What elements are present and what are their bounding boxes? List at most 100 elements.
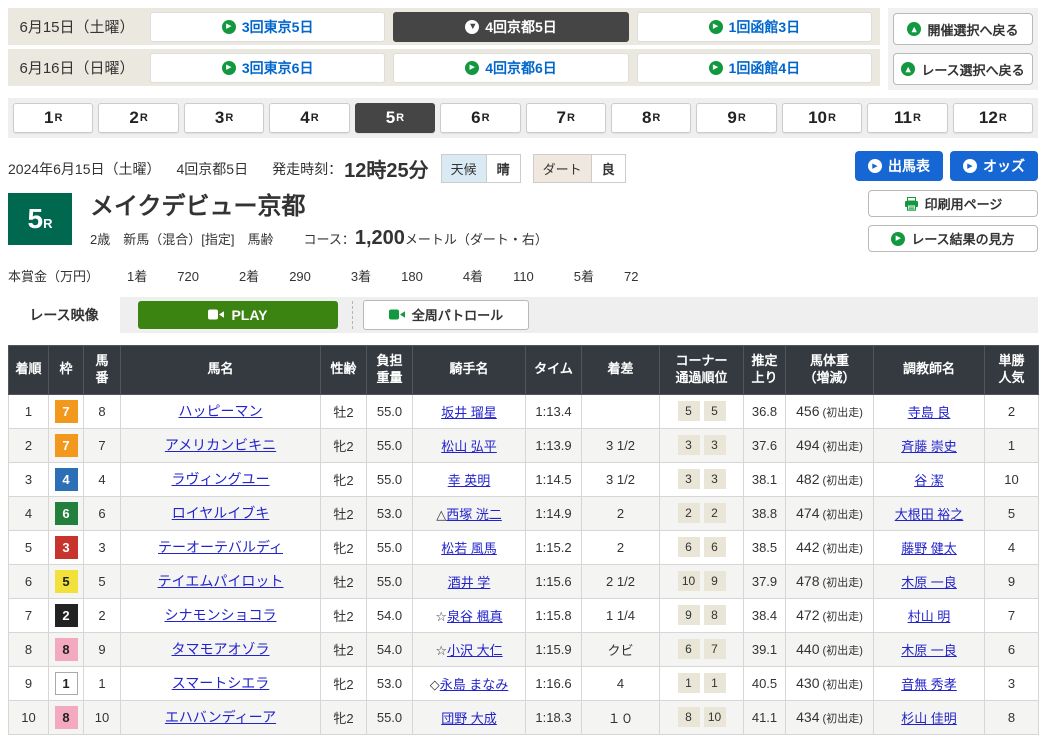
prize-items: 1着7202着2903着1804着1105着72 [127,266,678,285]
table-row: 655テイエムパイロット牡255.0酒井 学1:15.62 1/210937.9… [9,564,1039,598]
table-row: 178ハッピーマン牡255.0坂井 瑠星1:13.45536.8456 (初出走… [9,394,1039,428]
back-to-kaisai-button[interactable]: ▶ 開催選択へ戻る [893,13,1033,45]
horse-name-link[interactable]: テイエムパイロット [158,573,284,589]
prize-line: 本賞金（万円） 1着7202着2903着1804着1105着72 [8,266,1038,285]
meeting-button-label: 4回京都5日 [485,17,557,37]
horse-name-link[interactable]: テーオーテバルディ [158,539,283,555]
race-number: 5 [28,203,44,235]
carried-weight: 55.0 [367,394,413,428]
horse-number: 3 [84,530,121,564]
trainer-name-link[interactable]: 音無 秀孝 [901,677,957,692]
horse-number: 10 [84,700,121,734]
race-tab-suffix: R [225,112,233,124]
weather-label: 天候 [442,155,487,182]
horse-name-link[interactable]: ロイヤルイブキ [172,505,270,521]
race-tab-1r[interactable]: 1R [13,103,93,133]
horse-name-cell: エハバンディーア [121,700,321,734]
horse-weight-cell: 474 (初出走) [786,496,874,530]
jockey-name-link[interactable]: 松山 弘平 [441,439,497,454]
horse-name-link[interactable]: シナモンショコラ [165,607,277,623]
win-popularity-rank: 1 [985,428,1039,462]
race-tab-5r[interactable]: 5R [355,103,435,133]
weather-badge: 天候 晴 [441,154,521,183]
corner-position-badge: 1 [704,673,726,693]
trainer-name-link[interactable]: 杉山 佳明 [901,711,957,726]
meeting-button[interactable]: ▶1回函館3日 [637,12,872,42]
horse-name-link[interactable]: ラヴィングユー [172,471,270,487]
win-popularity-rank: 6 [985,632,1039,666]
jockey-name-link[interactable]: 松若 風馬 [441,541,497,556]
column-header: 調教師名 [874,345,985,394]
horse-name-link[interactable]: ハッピーマン [179,403,263,419]
meeting-button[interactable]: ▶4回京都6日 [393,53,628,83]
trainer-name-link[interactable]: 寺島 良 [908,405,951,420]
back-to-race-select-button[interactable]: ▶ レース選択へ戻る [893,53,1033,85]
arrow-up-icon: ▶ [907,22,921,36]
entry-table-button[interactable]: ▶ 出馬表 [855,151,943,181]
horse-name-cell: テーオーテバルディ [121,530,321,564]
print-page-button[interactable]: 印刷用ページ [868,190,1038,217]
race-tab-11r[interactable]: 11R [867,103,947,133]
race-tab-7r[interactable]: 7R [526,103,606,133]
track-condition-badge: ダート 良 [533,154,626,183]
results-guide-button[interactable]: ▶ レース結果の見方 [868,225,1038,252]
odds-button[interactable]: ▶ オッズ [950,151,1038,181]
race-tab-3r[interactable]: 3R [184,103,264,133]
horse-name-cell: アメリカンビキニ [121,428,321,462]
jockey-name-link[interactable]: 坂井 瑠星 [441,405,497,420]
trainer-name-link[interactable]: 木原 一良 [901,575,957,590]
race-meeting: 4回京都5日 [177,159,249,179]
meeting-button[interactable]: ▶3回東京5日 [150,12,385,42]
race-tab-9r[interactable]: 9R [696,103,776,133]
trainer-name-link[interactable]: 木原 一良 [901,643,957,658]
column-header: 枠 [49,345,84,394]
meeting-button[interactable]: ▶3回東京6日 [150,53,385,83]
race-tab-10r[interactable]: 10R [782,103,862,133]
race-tab-2r[interactable]: 2R [98,103,178,133]
race-tab-12r[interactable]: 12R [953,103,1033,133]
horse-name-cell: ラヴィングユー [121,462,321,496]
corner-position-badge: 5 [678,401,700,421]
last-3f-time: 38.4 [744,598,786,632]
odds-label: オッズ [983,156,1025,176]
sex-age: 牡2 [321,496,367,530]
trainer-name-link[interactable]: 斉藤 崇史 [901,439,957,454]
race-tab-8r[interactable]: 8R [611,103,691,133]
patrol-video-button[interactable]: 全周パトロール [363,300,529,330]
play-video-button[interactable]: PLAY [138,301,338,329]
jockey-name-link[interactable]: 西塚 洸二 [446,507,502,522]
prize-amount: 720 [177,269,199,284]
trainer-cell: 杉山 佳明 [874,700,985,734]
jockey-name-link[interactable]: 小沢 大仁 [447,643,503,658]
jockey-name-link[interactable]: 泉谷 楓真 [447,609,503,624]
horse-name-link[interactable]: タマモアオゾラ [172,641,270,657]
trainer-name-link[interactable]: 村山 明 [908,609,951,624]
jockey-name-link[interactable]: 酒井 学 [448,575,491,590]
table-row: 466ロイヤルイブキ牡253.0△西塚 洸二1:14.922238.8474 (… [9,496,1039,530]
meeting-button[interactable]: ▶1回函館4日 [637,53,872,83]
horse-number: 5 [84,564,121,598]
race-tab-6r[interactable]: 6R [440,103,520,133]
trainer-name-link[interactable]: 大根田 裕之 [895,507,964,522]
finish-position: 1 [9,394,49,428]
horse-name-link[interactable]: スマートシエラ [172,675,270,691]
table-row: 10810エハバンディーア牝255.0団野 大成1:18.3１０81041.14… [9,700,1039,734]
horse-number: 7 [84,428,121,462]
jockey-name-link[interactable]: 永島 まなみ [440,677,509,692]
corner-position-badge: 10 [678,571,700,591]
column-header: 着順 [9,345,49,394]
race-tab-4r[interactable]: 4R [269,103,349,133]
horse-name-link[interactable]: エハバンディーア [165,709,276,725]
arrow-right-icon: ▶ [963,159,977,173]
margin: 1 1/4 [582,598,660,632]
race-tab-number: 7 [557,108,566,128]
trainer-name-link[interactable]: 谷 潔 [914,473,944,488]
trainer-name-link[interactable]: 藤野 健太 [901,541,957,556]
jockey-name-link[interactable]: 幸 英明 [448,473,491,488]
race-name: メイクデビュー京都 [90,193,548,221]
meeting-button[interactable]: ▶4回京都5日 [393,12,628,42]
last-3f-time: 37.6 [744,428,786,462]
horse-name-link[interactable]: アメリカンビキニ [165,437,276,453]
jockey-name-link[interactable]: 団野 大成 [441,711,497,726]
horse-weight-note: (初出走) [819,645,862,657]
